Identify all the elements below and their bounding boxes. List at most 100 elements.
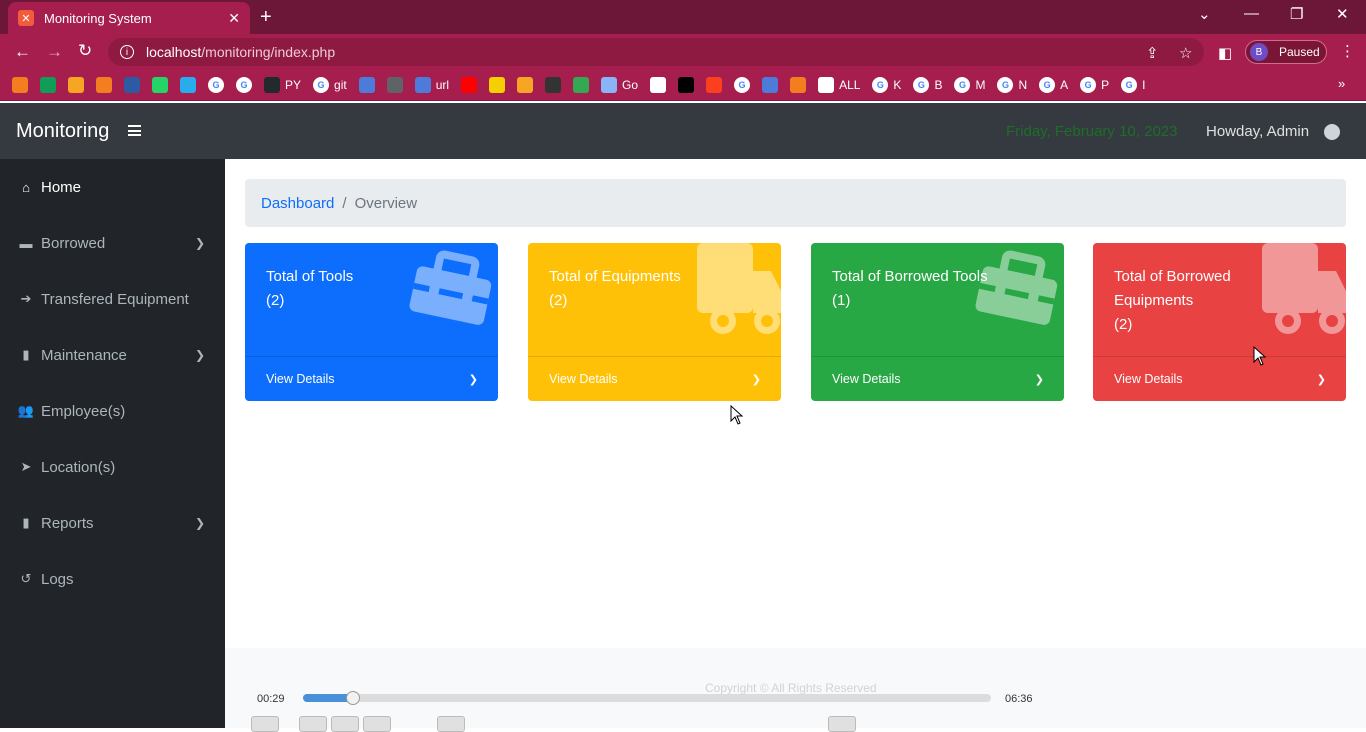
stat-card: Total of Equipments (2) View Details ❯ [528, 243, 781, 401]
bookmark-item[interactable] [461, 77, 478, 93]
next-button[interactable] [363, 716, 391, 732]
minimize-icon[interactable]: — [1244, 5, 1259, 22]
sidebar-item-location-s[interactable]: ➤ Location(s) [0, 439, 225, 495]
bookmark-item[interactable]: GB [913, 77, 942, 93]
tab-search-chevron-icon[interactable]: ⌄ [1198, 5, 1211, 23]
folder-icon: ▬ [19, 235, 33, 251]
bookmark-item[interactable]: G [734, 77, 751, 93]
bookmark-item[interactable] [489, 77, 506, 93]
bookmark-item[interactable] [386, 77, 403, 93]
playlist-button[interactable] [828, 716, 856, 732]
user-greeting[interactable]: Howday, Admin [1206, 123, 1309, 140]
book-icon: ▮ [22, 515, 30, 530]
sidebar-toggle-icon[interactable] [128, 125, 141, 136]
close-tab-icon[interactable]: ✕ [228, 10, 240, 27]
view-details-link[interactable]: View Details ❯ [528, 356, 781, 401]
bookmark-item[interactable] [40, 77, 56, 93]
bookmark-item[interactable]: GA [1039, 77, 1068, 93]
side-panel-icon[interactable]: ◧ [1218, 44, 1232, 62]
share-icon[interactable]: ⇪ [1146, 44, 1159, 62]
profile-avatar: B [1250, 43, 1268, 61]
store-icon [386, 77, 403, 93]
sidebar-item-transfered-equipment[interactable]: ➔ Transfered Equipment [0, 271, 225, 327]
more-bookmarks-icon[interactable]: » [1338, 76, 1345, 91]
bookmark-item[interactable] [762, 77, 779, 93]
sidebar-item-reports[interactable]: ▮ Reports ❯ [0, 495, 225, 551]
history-icon: ↺ [20, 571, 32, 586]
browser-tab-bar: ✕ Monitoring System ✕ + ⌄ — ❐ ✕ [0, 0, 1366, 34]
profile-status: Paused [1279, 45, 1320, 59]
bookmark-item[interactable] [12, 77, 28, 93]
bookmark-item[interactable] [96, 77, 112, 93]
sidebar-item-home[interactable]: ⌂ Home [0, 159, 225, 215]
breadcrumb-dashboard-link[interactable]: Dashboard [261, 195, 334, 212]
browser-menu-icon[interactable]: ⋮ [1340, 42, 1355, 60]
stop-button[interactable] [331, 716, 359, 732]
browser-tab[interactable]: ✕ Monitoring System ✕ [8, 2, 250, 34]
brand-title[interactable]: Monitoring [16, 120, 109, 143]
sidebar-item-logs[interactable]: ↺ Logs [0, 551, 225, 607]
site-info-icon[interactable]: i [120, 45, 134, 59]
bookmark-label: M [975, 78, 986, 92]
bookmark-item[interactable] [124, 77, 140, 93]
bookmark-item[interactable]: url [414, 77, 449, 93]
bookmark-item[interactable] [706, 77, 723, 93]
google-icon: G [997, 77, 1014, 93]
bookmark-item[interactable]: GN [997, 77, 1027, 93]
previous-button[interactable] [299, 716, 327, 732]
window-close-icon[interactable]: ✕ [1336, 5, 1349, 23]
sidebar-item-employee-s[interactable]: 👥 Employee(s) [0, 383, 225, 439]
bookmark-item[interactable]: GI [1121, 77, 1146, 93]
dark-icon [545, 77, 562, 93]
bookmark-item[interactable] [678, 77, 695, 93]
google-icon: G [313, 77, 330, 93]
bookmark-item[interactable]: GM [954, 77, 985, 93]
new-tab-icon[interactable]: + [260, 6, 272, 29]
bookmark-item[interactable] [790, 77, 807, 93]
bookmark-item[interactable]: Go [601, 77, 638, 93]
bookmark-item[interactable]: Ggit [313, 77, 347, 93]
restore-icon[interactable]: ❐ [1290, 5, 1303, 23]
generic-icon [12, 77, 28, 93]
bookmark-item[interactable]: GP [1080, 77, 1109, 93]
bookmark-item[interactable] [573, 77, 590, 93]
fullscreen-button[interactable] [437, 716, 465, 732]
bookmark-item[interactable] [517, 77, 534, 93]
stat-card-count: (2) [549, 292, 568, 309]
sidebar-item-maintenance[interactable]: ▮ Maintenance ❯ [0, 327, 225, 383]
loop-icon [601, 77, 618, 93]
reload-icon[interactable]: ↻ [78, 41, 92, 61]
view-details-link[interactable]: View Details ❯ [811, 356, 1064, 401]
view-details-link[interactable]: View Details ❯ [1093, 356, 1346, 401]
forward-icon[interactable]: → [46, 42, 63, 62]
chevron-right-icon: ❯ [751, 373, 761, 386]
bookmark-item[interactable] [650, 77, 667, 93]
pause-button[interactable] [251, 716, 279, 732]
view-details-label: View Details [266, 372, 335, 386]
back-icon[interactable]: ← [14, 42, 31, 62]
ci-icon [678, 77, 695, 93]
bookmark-item[interactable] [68, 77, 84, 93]
google-icon: G [1080, 77, 1097, 93]
bookmark-item[interactable]: ALL [818, 77, 860, 93]
profile-button[interactable]: B Paused [1245, 40, 1327, 64]
bookmark-item[interactable]: GK [872, 77, 901, 93]
user-circle-icon[interactable] [1324, 124, 1340, 140]
bookmark-item[interactable] [358, 77, 375, 93]
sidebar-item-borrowed[interactable]: ▬ Borrowed ❯ [0, 215, 225, 271]
bookmark-item[interactable]: G [236, 77, 252, 93]
bookmark-item[interactable]: PY [264, 77, 301, 93]
seek-handle[interactable] [346, 691, 361, 705]
view-details-link[interactable]: View Details ❯ [245, 356, 498, 401]
yandex-icon [706, 77, 723, 93]
bookmark-star-icon[interactable]: ☆ [1179, 44, 1192, 62]
ieee-icon [124, 77, 140, 93]
green-plus-icon [40, 77, 56, 93]
bookmark-item[interactable] [180, 77, 196, 93]
bookmark-item[interactable]: G [208, 77, 224, 93]
seek-bar[interactable] [303, 691, 991, 705]
bookmark-item[interactable] [545, 77, 562, 93]
bookmark-item[interactable] [152, 77, 168, 93]
bookmarks-bar: G G PY Ggit url Go G ALL G K G B G M G N G A G P G I [0, 70, 1366, 101]
address-bar[interactable]: i localhost/monitoring/index.php [108, 38, 1204, 66]
